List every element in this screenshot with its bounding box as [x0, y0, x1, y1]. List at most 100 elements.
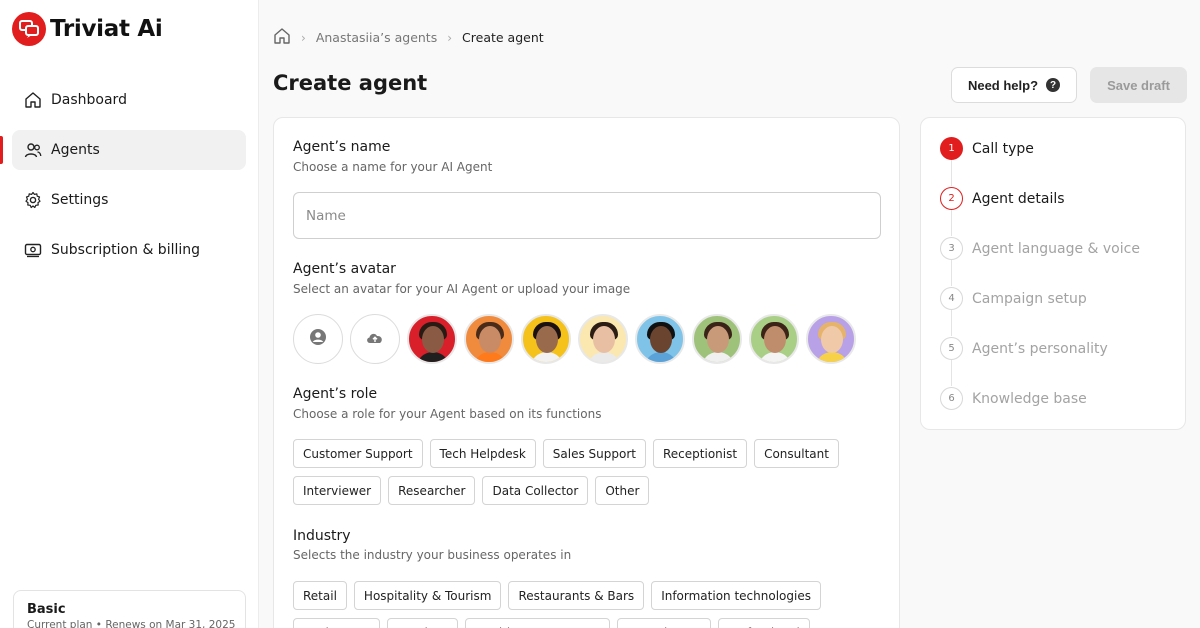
sidebar-item-settings[interactable]: Settings	[12, 180, 246, 220]
role-chip[interactable]: Interviewer	[293, 476, 382, 505]
industry-chip[interactable]: Information technologies	[651, 581, 821, 610]
step-number: 6	[940, 387, 963, 410]
progress-steps: 1 Call type 2 Agent details 3 Agent lang…	[920, 117, 1186, 430]
sidebar-item-label: Settings	[51, 192, 109, 208]
chat-bubble-logo-icon	[12, 12, 46, 46]
role-chip[interactable]: Data Collector	[482, 476, 589, 505]
page-title: Create agent	[273, 71, 428, 95]
app-name: Triviat Ai	[50, 16, 163, 42]
sidebar-item-label: Dashboard	[51, 92, 127, 108]
billing-icon	[24, 241, 42, 259]
step-label: Agent language & voice	[972, 240, 1140, 257]
step-connector	[951, 160, 952, 186]
step-label: Agent’s personality	[972, 340, 1108, 357]
role-chip[interactable]: Researcher	[388, 476, 476, 505]
avatar-picker	[293, 314, 856, 364]
avatar-option[interactable]	[521, 314, 571, 364]
role-chip[interactable]: Receptionist	[653, 439, 748, 468]
role-chip[interactable]: Consultant	[754, 439, 839, 468]
step-label: Agent details	[972, 190, 1065, 207]
user-circle-icon	[309, 328, 327, 350]
industry-chip[interactable]: Healthcare & Beauty	[465, 618, 610, 628]
agent-avatar-subtitle: Select an avatar for your AI Agent or up…	[293, 282, 631, 296]
avatar-option[interactable]	[749, 314, 799, 364]
upload-avatar-button[interactable]	[350, 314, 400, 364]
agent-role-title: Agent’s role	[293, 386, 378, 402]
plan-name: Basic	[27, 602, 66, 617]
agent-name-input[interactable]	[293, 192, 881, 239]
breadcrumb-item-agents[interactable]: Anastasiia’s agents	[316, 30, 437, 45]
industry-chip[interactable]: Hospitality & Tourism	[353, 581, 502, 610]
step-agent-personality[interactable]: 5 Agent’s personality	[940, 337, 1108, 360]
avatar-option[interactable]	[635, 314, 685, 364]
home-icon[interactable]	[273, 27, 291, 48]
industry-title: Industry	[293, 528, 351, 544]
industry-subtitle: Selects the industry your business opera…	[293, 548, 572, 562]
upload-cloud-icon	[365, 329, 385, 349]
step-label: Knowledge base	[972, 390, 1087, 407]
role-chip[interactable]: Sales Support	[542, 439, 646, 468]
step-agent-details[interactable]: 2 Agent details	[940, 187, 1065, 210]
step-knowledge-base[interactable]: 6 Knowledge base	[940, 387, 1087, 410]
industry-chip[interactable]: Real estate	[293, 618, 381, 628]
step-campaign-setup[interactable]: 4 Campaign setup	[940, 287, 1087, 310]
default-avatar-button[interactable]	[293, 314, 343, 364]
step-label: Call type	[972, 140, 1034, 157]
industry-chip[interactable]: Consultancy	[616, 618, 711, 628]
role-chips-row-1: Customer Support Tech Helpdesk Sales Sup…	[293, 439, 839, 468]
users-icon	[24, 141, 42, 159]
sidebar-item-dashboard[interactable]: Dashboard	[12, 80, 246, 120]
step-connector	[951, 360, 952, 386]
step-number: 5	[940, 337, 963, 360]
sidebar-item-agents[interactable]: Agents	[0, 130, 246, 170]
avatar-option[interactable]	[578, 314, 628, 364]
sidebar-item-label: Agents	[51, 142, 100, 158]
agent-role-subtitle: Choose a role for your Agent based on it…	[293, 407, 602, 421]
step-number: 1	[940, 137, 963, 160]
question-icon: ?	[1046, 78, 1061, 92]
sidebar-item-subscription-billing[interactable]: Subscription & billing	[12, 230, 246, 270]
avatar-option[interactable]	[464, 314, 514, 364]
step-number: 3	[940, 237, 963, 260]
step-connector	[951, 210, 952, 236]
step-call-type[interactable]: 1 Call type	[940, 137, 1034, 160]
avatar-option[interactable]	[407, 314, 457, 364]
industry-chip[interactable]: Services	[387, 618, 459, 628]
industry-chips-row-1: Retail Hospitality & Tourism Restaurants…	[293, 581, 821, 610]
avatar-option[interactable]	[806, 314, 856, 364]
industry-chip[interactable]: Restaurants & Bars	[508, 581, 645, 610]
step-number: 2	[940, 187, 963, 210]
current-plan-card[interactable]: Basic Current plan • Renews on Mar 31, 2…	[13, 590, 246, 628]
need-help-label: Need help?	[967, 77, 1039, 93]
chevron-right-icon: ›	[301, 30, 306, 45]
agent-details-form: Agent’s name Choose a name for your AI A…	[273, 117, 900, 628]
agent-name-subtitle: Choose a name for your AI Agent	[293, 160, 493, 174]
role-chip[interactable]: Other	[595, 476, 650, 505]
role-chips-row-2: Interviewer Researcher Data Collector Ot…	[293, 476, 650, 505]
role-chip[interactable]: Customer Support	[293, 439, 423, 468]
need-help-button[interactable]: Need help? ?	[951, 67, 1077, 103]
avatar-option[interactable]	[692, 314, 742, 364]
industry-chip[interactable]: Professional	[717, 618, 810, 628]
step-connector	[951, 310, 952, 336]
chevron-right-icon: ›	[447, 30, 453, 45]
breadcrumb: › Anastasiia’s agents › Create agent	[273, 27, 544, 48]
step-connector	[951, 260, 952, 286]
industry-chips-row-2: Real estate Services Healthcare & Beauty…	[293, 618, 810, 628]
sidebar-nav: Dashboard Agents Settings Subscription &…	[0, 80, 246, 280]
industry-chip[interactable]: Retail	[293, 581, 347, 610]
step-agent-language-voice[interactable]: 3 Agent language & voice	[940, 237, 1140, 260]
breadcrumb-item-current: Create agent	[462, 30, 544, 45]
home-icon	[24, 91, 42, 109]
agent-name-title: Agent’s name	[293, 139, 391, 155]
sidebar-item-label: Subscription & billing	[51, 242, 201, 258]
app-logo[interactable]: Triviat Ai	[12, 12, 163, 46]
save-draft-button[interactable]: Save draft	[1090, 67, 1187, 103]
role-chip[interactable]: Tech Helpdesk	[429, 439, 536, 468]
sidebar: Triviat Ai Dashboard Agents Settings Sub…	[0, 0, 259, 628]
step-label: Campaign setup	[972, 290, 1087, 307]
plan-renewal: Current plan • Renews on Mar 31, 2025	[27, 619, 236, 628]
gear-icon	[24, 191, 42, 209]
agent-avatar-title: Agent’s avatar	[293, 261, 396, 277]
step-number: 4	[940, 287, 963, 310]
